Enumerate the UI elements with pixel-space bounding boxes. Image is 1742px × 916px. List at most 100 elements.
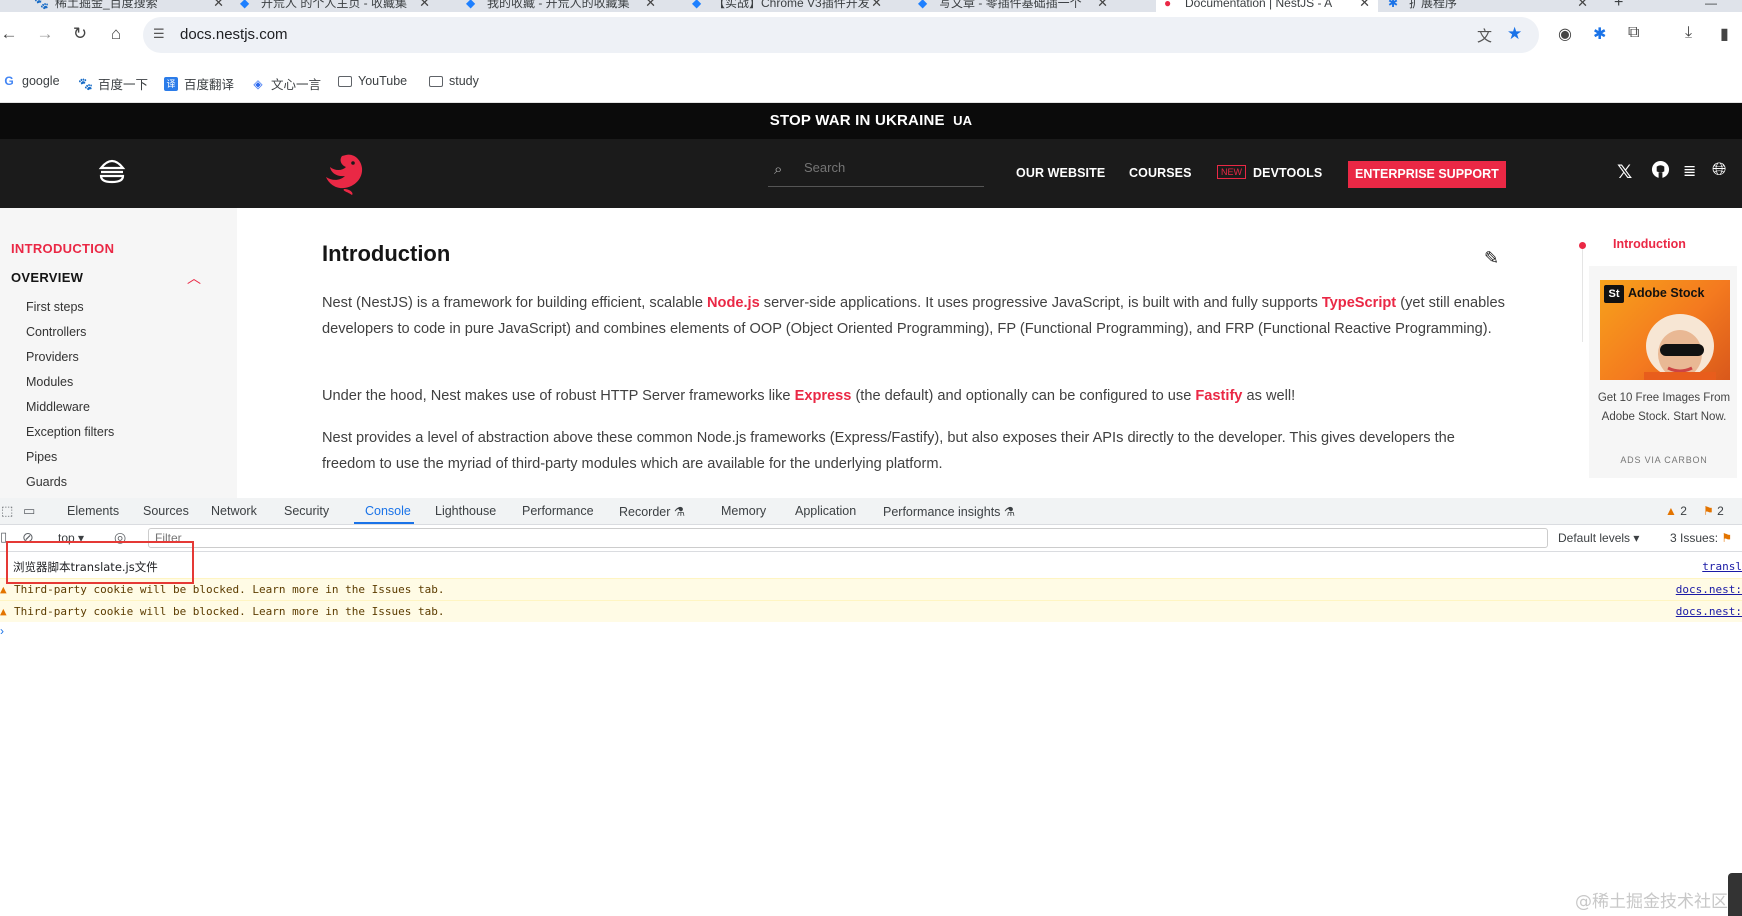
download-icon[interactable]: ⤓ (1685, 24, 1692, 42)
bookmark-baidu-translate[interactable]: 译百度翻译 (164, 74, 234, 93)
ad-via-carbon[interactable]: ADS VIA CARBON (1597, 455, 1731, 465)
sidebar-item-middleware[interactable]: Middleware (26, 400, 90, 414)
bookmark-wenxin[interactable]: ◈ 文心一言 (251, 74, 321, 93)
issues-link[interactable]: 3 Issues: ⚑ (1670, 531, 1732, 545)
console-log-row[interactable]: 浏览器脚本translate.js文件 transl (0, 556, 1742, 578)
globe-icon[interactable]: 🌐︎ (1712, 159, 1726, 180)
tab-title: Documentation | NestJS - A (1185, 0, 1333, 10)
close-icon[interactable]: ✕ (645, 0, 656, 11)
bookmark-youtube[interactable]: YouTube (338, 74, 407, 88)
devtools-tab-network[interactable]: Network (211, 504, 257, 518)
bookmark-star-icon[interactable]: ★ (1507, 24, 1522, 44)
bookmark-google[interactable]: Ggoogle (2, 74, 59, 88)
toc-introduction[interactable]: Introduction (1613, 237, 1686, 251)
link-nodejs[interactable]: Node.js (707, 295, 760, 311)
extension-icon[interactable]: ◉ (1558, 24, 1572, 44)
close-icon[interactable]: ✕ (1097, 0, 1108, 11)
back-icon[interactable]: ← (0, 22, 21, 46)
ad-image[interactable]: St Adobe Stock (1600, 280, 1730, 380)
ad-text[interactable]: Get 10 Free Images From Adobe Stock. Sta… (1597, 389, 1731, 427)
sidebar-item-modules[interactable]: Modules (26, 375, 73, 389)
close-icon[interactable]: ✕ (871, 0, 882, 11)
hamburger-menu-icon[interactable] (98, 156, 126, 184)
devtools-tab-console[interactable]: Console (365, 504, 411, 518)
sidebar-introduction[interactable]: INTRODUCTION (11, 241, 114, 256)
address-bar[interactable]: ☰ docs.nestjs.com 文 ★ (143, 17, 1539, 53)
chevron-up-icon[interactable]: ︿ (187, 268, 201, 288)
close-icon[interactable]: ✕ (213, 0, 224, 11)
devtools-tab-recorder[interactable]: Recorder ⚗ (619, 504, 685, 519)
close-icon[interactable]: ✕ (419, 0, 430, 11)
browser-tab[interactable]: ✱ 扩展程序 ✕ (1388, 0, 1588, 12)
devtools-tab-elements[interactable]: Elements (67, 504, 119, 518)
link-typescript[interactable]: TypeScript (1322, 295, 1396, 311)
scroll-handle[interactable] (1728, 873, 1742, 916)
nestjs-logo[interactable] (320, 151, 366, 200)
bookmark-study[interactable]: study (429, 74, 479, 88)
x-twitter-icon[interactable]: 𝕏 (1617, 161, 1632, 184)
site-info-icon[interactable]: ☰ (153, 26, 165, 42)
edit-icon[interactable]: ✎ (1484, 248, 1499, 269)
nav-devtools[interactable]: DEVTOOLS (1253, 166, 1322, 180)
search-input[interactable] (804, 160, 974, 175)
console-warning-row[interactable]: ▲ Third-party cookie will be blocked. Le… (0, 600, 1742, 622)
search-box[interactable]: ⌕ (768, 156, 984, 187)
translate-icon[interactable]: 文 (1477, 25, 1492, 46)
new-tab-button[interactable]: + (1614, 0, 1634, 12)
nav-courses[interactable]: COURSES (1129, 166, 1192, 180)
console-source-link[interactable]: transl (1702, 556, 1742, 578)
home-icon[interactable]: ⌂ (104, 22, 128, 46)
sidebar-overview[interactable]: OVERVIEW (11, 270, 83, 285)
console-toolbar: ▯ ⊘ top ▾ ◎ Default levels ▾ 3 Issues: ⚑ (0, 525, 1742, 552)
console-filter-input[interactable] (148, 528, 1548, 548)
log-levels-select[interactable]: Default levels ▾ (1558, 531, 1639, 545)
devtools-tab-security[interactable]: Security (284, 504, 329, 518)
close-icon[interactable]: ✕ (1577, 0, 1588, 11)
sidebar-item-exception-filters[interactable]: Exception filters (26, 425, 114, 439)
inspect-element-icon[interactable]: ⬚ (1, 503, 13, 519)
sidebar-item-controllers[interactable]: Controllers (26, 325, 86, 339)
sidebar-item-pipes[interactable]: Pipes (26, 450, 57, 464)
devtools-tab-lighthouse[interactable]: Lighthouse (435, 504, 496, 518)
console-source-link[interactable]: docs.nest: (1676, 579, 1742, 601)
console-warning-row[interactable]: ▲ Third-party cookie will be blocked. Le… (0, 578, 1742, 600)
side-panel-icon[interactable]: ▮ (1720, 24, 1729, 44)
reload-icon[interactable]: ↻ (68, 22, 92, 46)
browser-tab-active[interactable]: ● Documentation | NestJS - A ✕ (1156, 0, 1378, 12)
nav-our-website[interactable]: OUR WEBSITE (1016, 166, 1105, 180)
carbon-ad[interactable]: St Adobe Stock Get 10 Free Images From A… (1589, 266, 1737, 478)
sidebar-item-providers[interactable]: Providers (26, 350, 79, 364)
url-text[interactable]: docs.nestjs.com (180, 26, 288, 43)
browser-tab[interactable]: ◆ 【实战】Chrome V3插件开发 ✕ (692, 0, 882, 12)
minimize-button[interactable]: — (1705, 0, 1725, 12)
device-toolbar-icon[interactable]: ▭ (23, 503, 35, 519)
bookmark-baidu[interactable]: 🐾 百度一下 (78, 74, 148, 93)
tab-title: 写文章 - 零插件基础插一个 (939, 0, 1082, 10)
sidebar-item-first-steps[interactable]: First steps (26, 300, 84, 314)
console-source-link[interactable]: docs.nest: (1676, 601, 1742, 623)
issues-count[interactable]: ⚑ 2 (1703, 504, 1724, 518)
browser-tab[interactable]: 🐾 稀土掘金_百度搜索 ✕ (34, 0, 224, 12)
stackoverflow-icon[interactable]: ≣ (1683, 161, 1696, 181)
browser-tab[interactable]: ◆ 我的收藏 - 开荒人的收藏集 ✕ (466, 0, 656, 12)
enterprise-support-button[interactable]: ENTERPRISE SUPPORT (1348, 161, 1506, 188)
forward-icon[interactable]: → (33, 22, 57, 46)
github-icon[interactable] (1651, 160, 1670, 184)
link-express[interactable]: Express (795, 388, 852, 404)
warning-count[interactable]: ▲ 2 (1665, 504, 1687, 518)
browser-tab[interactable]: ◆ 开荒人 的个人主页 - 收藏集 ✕ (240, 0, 430, 12)
devtools-tab-memory[interactable]: Memory (721, 504, 766, 518)
devtools-tab-performance-insights[interactable]: Performance insights ⚗ (883, 504, 1015, 519)
devtools-tab-sources[interactable]: Sources (143, 504, 189, 518)
devtools-tab-performance[interactable]: Performance (522, 504, 594, 518)
close-icon[interactable]: ✕ (1359, 0, 1370, 11)
puzzle-extension-icon[interactable]: ✱ (1593, 24, 1606, 44)
sidebar-item-guards[interactable]: Guards (26, 475, 67, 489)
console-prompt-icon[interactable]: › (0, 624, 4, 638)
browser-tab[interactable]: ◆ 写文章 - 零插件基础插一个 ✕ (918, 0, 1108, 12)
link-fastify[interactable]: Fastify (1195, 388, 1242, 404)
intro-paragraph-3: Nest provides a level of abstraction abo… (322, 430, 1455, 472)
devtools-tab-application[interactable]: Application (795, 504, 856, 518)
ukraine-banner[interactable]: STOP WAR IN UKRAINE UA (0, 103, 1742, 139)
extensions-menu-icon[interactable]: ⧉ (1628, 24, 1639, 42)
